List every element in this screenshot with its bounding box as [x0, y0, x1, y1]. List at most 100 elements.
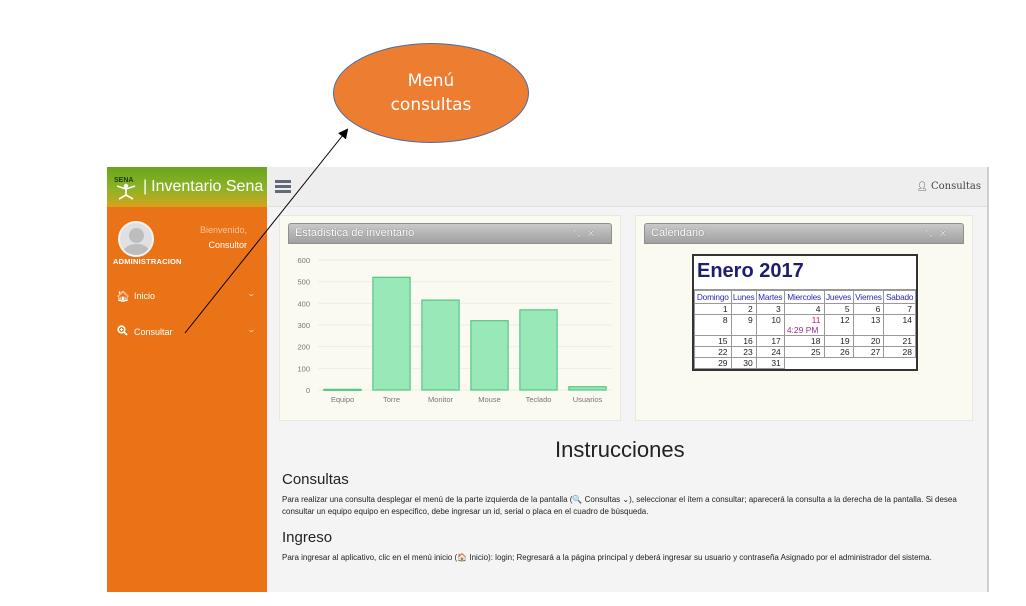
calendar-day[interactable]: 30	[730, 357, 757, 369]
calendar-day-header: Martes	[755, 290, 785, 304]
calendar-day[interactable]: 7	[883, 303, 916, 315]
calendar-month-title: Enero 2017	[694, 256, 916, 290]
x-tick-label: Mouse	[478, 395, 501, 404]
calendar-day[interactable]: 5	[823, 303, 854, 315]
calendar-day[interactable]: 16	[730, 335, 757, 347]
calendar-day[interactable]: 4	[783, 303, 825, 315]
calendar-day[interactable]: 22	[694, 346, 732, 358]
brand-title: Inventario Sena	[151, 178, 264, 195]
calendar-day[interactable]: 15	[694, 335, 732, 347]
instructions-title: Instrucciones	[555, 437, 685, 462]
brand-bar[interactable]: SENA | Inventario Sena	[107, 167, 267, 207]
x-tick-label: Monitor	[428, 395, 454, 404]
calendar-day[interactable]: 1	[694, 303, 732, 315]
calendar-current-time: 4:29 PM	[786, 325, 819, 335]
calendar-day[interactable]: 13	[852, 314, 885, 336]
callout-line-2: consultas	[390, 95, 472, 115]
calendar-day[interactable]: 2	[730, 303, 757, 315]
y-tick-label: 400	[297, 299, 310, 308]
brand-separator: |	[143, 178, 148, 195]
calendar-week-row: 8 9 10 11 4:29 PM 12 13 14	[694, 314, 916, 336]
calendar-week-row: 22 23 24 25 26 27 28	[694, 346, 916, 358]
inventory-bar-chart: 0 100 200 300 400 500 600 Equipo Torre Monitor Mou…	[297, 256, 612, 404]
calendar-day[interactable]: 9	[730, 314, 757, 336]
calendar-day[interactable]: 28	[883, 346, 916, 358]
calendar-day-number: 11	[811, 315, 821, 325]
calendar-day[interactable]: 8	[694, 314, 732, 336]
calendar-widget: Enero 2017 Domingo Lunes Martes Miercoles Ju…	[692, 254, 918, 371]
top-bar: 👤︎ Consultas	[267, 167, 989, 207]
bar-monitor[interactable]	[421, 299, 460, 391]
calendar-day[interactable]: 6	[852, 303, 885, 315]
avatar	[118, 221, 154, 257]
consultas-text: Para realizar una consulta desplegar el …	[282, 495, 957, 516]
user-menu-label: Consultas	[931, 181, 981, 192]
calendar-day-header: Viernes	[852, 290, 885, 304]
user-menu-button[interactable]: 👤︎ Consultas	[917, 181, 981, 192]
user-profile: Bienvenido, Consultor ADMINISTRACION	[107, 207, 267, 277]
calendar-day[interactable]: 18	[783, 335, 825, 347]
calendar-empty-cell	[824, 358, 853, 369]
calendar-panel-header: Calendario ⤡ ✕	[644, 223, 964, 244]
user-name: Consultor	[208, 240, 247, 250]
welcome-text: Bienvenido,	[199, 225, 247, 235]
hamburger-menu-icon[interactable]	[275, 180, 291, 193]
calendar-day[interactable]: 29	[694, 357, 732, 369]
search-plus-icon	[116, 325, 128, 339]
callout-line-1: Menú	[407, 71, 455, 91]
calendar-day[interactable]: 31	[755, 357, 785, 369]
y-tick-label: 0	[306, 386, 310, 395]
calendar-day[interactable]: 23	[730, 346, 757, 358]
calendar-empty-cell	[784, 358, 824, 369]
ingreso-text: Para ingresar al aplicativo, clic en el …	[282, 553, 932, 562]
calendar-day[interactable]: 3	[755, 303, 785, 315]
stats-panel-header: Estadistica de inventario ⤡ ✕	[288, 223, 612, 244]
callout-bubble: Menú consultas	[333, 43, 529, 143]
calendar-day[interactable]: 25	[783, 346, 825, 358]
y-tick-label: 200	[297, 343, 310, 352]
calendar-empty-cell	[884, 358, 916, 369]
home-icon: 🏠︎	[116, 290, 130, 303]
calendar-day[interactable]: 20	[852, 335, 885, 347]
user-icon: 👤︎	[916, 182, 928, 192]
svg-text:SENA: SENA	[114, 177, 133, 184]
calendar-day[interactable]: 27	[852, 346, 885, 358]
calendar-day[interactable]: 17	[755, 335, 785, 347]
calendar-week-row: 15 16 17 18 19 20 21	[694, 335, 916, 347]
x-tick-label: Usuarios	[573, 395, 603, 404]
app-window: SENA | Inventario Sena Bienvenido, Consu…	[107, 167, 989, 592]
scrollbar[interactable]	[987, 167, 989, 592]
calendar-day[interactable]: 21	[883, 335, 916, 347]
bar-usuarios[interactable]	[568, 386, 607, 391]
panel-tools-icon[interactable]: ⤡ ✕	[925, 224, 949, 243]
calendar-week-row: 29 30 31	[694, 357, 916, 369]
x-tick-label: Torre	[383, 395, 400, 404]
y-tick-label: 100	[297, 364, 310, 373]
calendar-day[interactable]: 26	[823, 346, 854, 358]
calendar-day[interactable]: 24	[755, 346, 785, 358]
sidebar-item-label: Consultar	[134, 327, 173, 337]
calendar-day[interactable]: 14	[883, 314, 916, 336]
bar-equipo[interactable]	[323, 388, 362, 391]
calendar-week-row: 1234567	[694, 303, 916, 315]
y-tick-label: 500	[297, 278, 310, 287]
panel-title: Estadistica de inventario	[295, 227, 415, 239]
user-role: ADMINISTRACION	[113, 257, 182, 266]
bar-torre[interactable]	[372, 276, 411, 391]
sidebar-item-consultar[interactable]: Consultar ⌄	[107, 321, 267, 343]
calendar-day-header: Sabado	[883, 290, 916, 304]
panel-title: Calendario	[651, 227, 705, 239]
calendar-day[interactable]: 10	[755, 314, 785, 336]
calendar-day-today[interactable]: 11 4:29 PM	[783, 314, 825, 336]
calendar-day[interactable]: 12	[823, 314, 854, 336]
calendar-day-header: Domingo	[694, 290, 732, 304]
panel-tools-icon[interactable]: ⤡ ✕	[573, 224, 597, 243]
stats-panel: Estadistica de inventario ⤡ ✕ 0 100 200 300…	[279, 215, 621, 421]
bar-mouse[interactable]	[470, 320, 509, 391]
ingreso-heading: Ingreso	[282, 529, 333, 546]
calendar-day[interactable]: 19	[823, 335, 854, 347]
sidebar-item-label: Inicio	[134, 291, 156, 301]
bar-teclado[interactable]	[519, 309, 558, 391]
chevron-down-icon: ⌄	[246, 289, 257, 298]
sidebar-item-inicio[interactable]: 🏠︎ Inicio ⌄	[107, 285, 267, 307]
